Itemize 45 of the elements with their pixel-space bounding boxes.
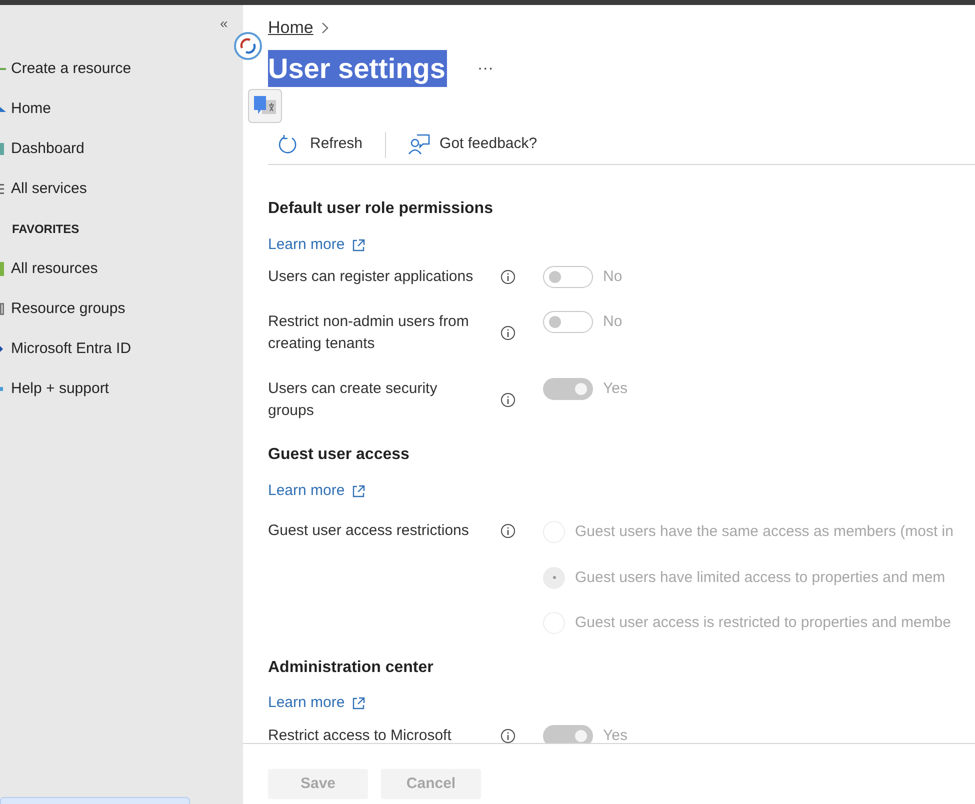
setting-label: Restrict non-admin users from creating tenants	[268, 312, 470, 354]
sidebar-item[interactable]: Home	[11, 98, 52, 120]
radio-label: Guest user access is restricted to properties and membe	[575, 613, 951, 633]
toggle-value: No	[603, 312, 622, 332]
more-button[interactable]: ···	[477, 56, 494, 80]
sidebar-item[interactable]: All resources	[11, 258, 98, 280]
toggle-value: No	[603, 267, 622, 287]
page-title: User settings	[268, 50, 448, 87]
section-heading: FAVORITES	[11, 221, 80, 238]
info-icon	[500, 269, 516, 285]
info-icon	[500, 523, 516, 539]
toggle-value: Yes	[603, 379, 628, 399]
section-title: Guest user access	[268, 445, 410, 465]
info-icon	[500, 325, 516, 341]
setting-label: Users can register applications	[268, 267, 474, 287]
learn-more-link[interactable]: Learn more	[268, 692, 345, 715]
breadcrumb-link[interactable]: Home	[268, 15, 314, 41]
sidebar-item[interactable]: Help + support	[11, 378, 109, 400]
sidebar-item[interactable]: Microsoft Entra ID	[11, 338, 132, 360]
toolbar-button[interactable]: Got feedback?	[398, 130, 548, 160]
learn-more-link[interactable]: Learn more	[268, 234, 345, 256]
info-icon	[500, 728, 516, 743]
setting-label: Guest user access restrictions	[268, 521, 470, 541]
chevron-icon	[321, 22, 330, 34]
radio-label: Guest users have limited access to properties and mem	[575, 568, 946, 588]
sidebar-item[interactable]: Dashboard	[11, 138, 84, 160]
sidebar-item[interactable]: All services	[11, 178, 87, 200]
section-title: Administration center	[268, 658, 434, 678]
sidebar-item[interactable]: Create a resource	[11, 58, 132, 80]
setting-label: Restrict access to Microsoft	[268, 726, 452, 743]
toolbar-button[interactable]: Refresh	[268, 130, 373, 160]
radio-label: Guest users have the same access as members (most in	[575, 522, 954, 542]
setting-label: Users can create security groups	[268, 379, 438, 421]
collapse-button[interactable]: «	[220, 13, 228, 34]
toggle-value: Yes	[603, 726, 628, 743]
info-icon	[500, 392, 516, 408]
external-link-icon	[352, 238, 365, 252]
learn-more-link[interactable]: Learn more	[268, 480, 345, 502]
feedback-icon	[408, 134, 430, 156]
sync-icon	[233, 31, 263, 61]
sidebar-item[interactable]: Resource groups	[11, 298, 126, 320]
section-title: Default user role permissions	[268, 199, 494, 219]
external-link-icon	[352, 697, 365, 710]
list-icon	[0, 184, 4, 194]
external-link-icon	[352, 484, 365, 498]
